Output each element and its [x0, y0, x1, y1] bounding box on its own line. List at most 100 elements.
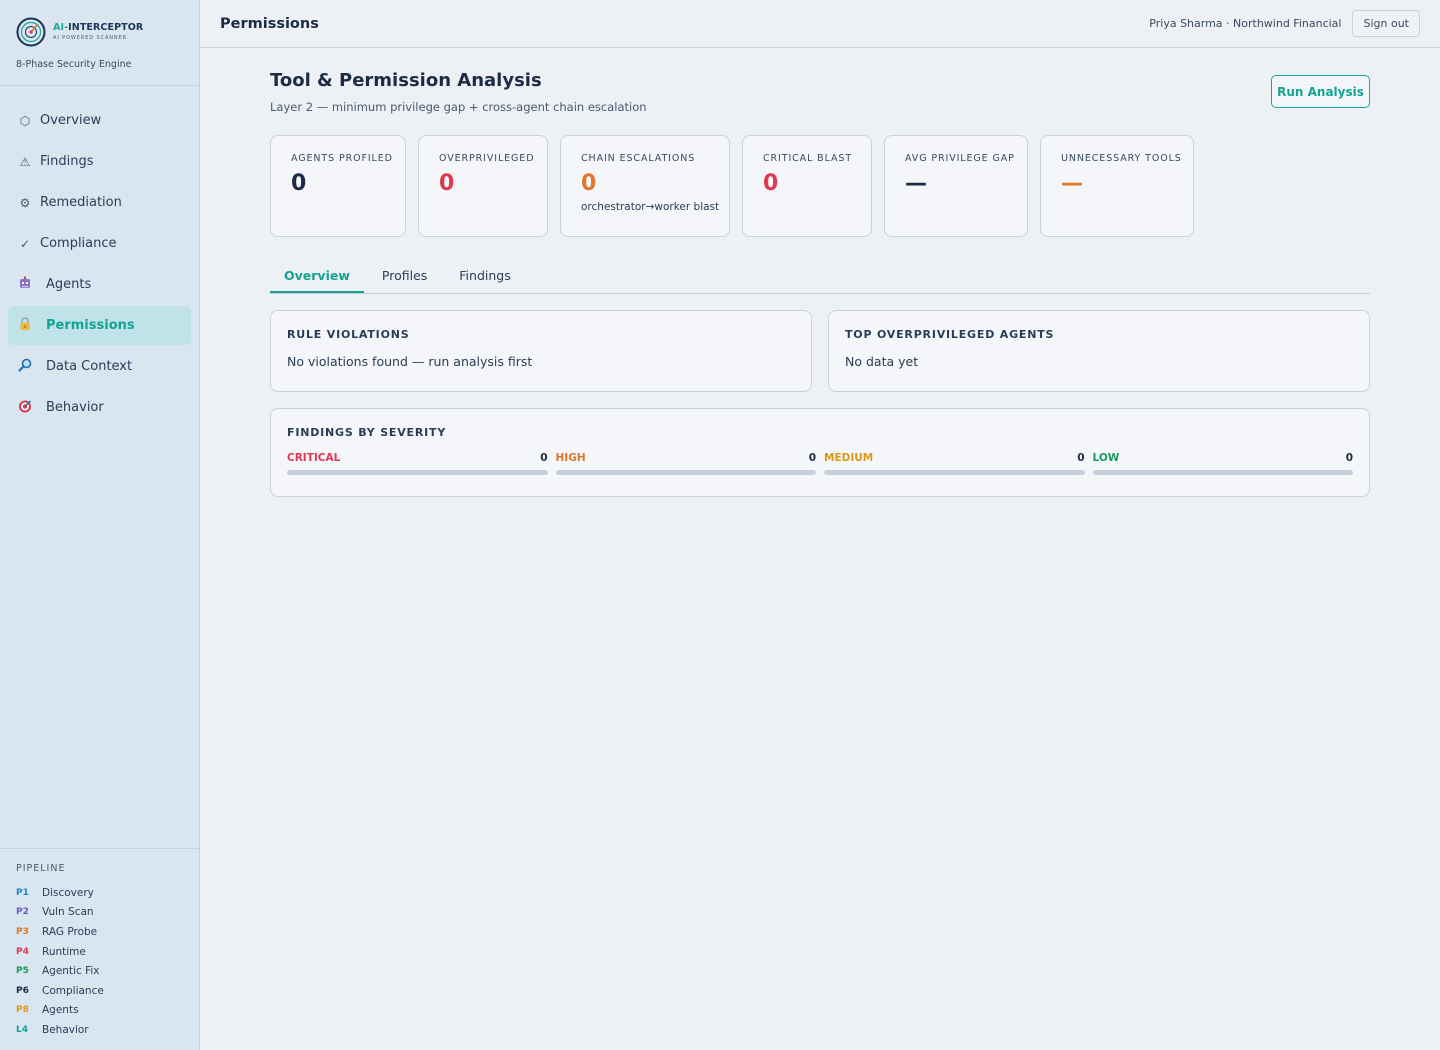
brand-name: AI-INTERCEPTOR — [53, 22, 144, 34]
run-analysis-button[interactable]: Run Analysis — [1271, 75, 1370, 108]
severity-bar — [1092, 470, 1353, 475]
pipeline: PIPELINE P1 Discovery P2 Vuln Scan P3 RAG P… — [0, 848, 199, 1040]
pipeline-title: PIPELINE — [16, 863, 66, 874]
sidebar-item-label: Agents — [46, 277, 92, 292]
stat-note: orchestrator→worker blast — [581, 201, 720, 213]
stat-label: CHAIN ESCALATIONS — [581, 153, 696, 164]
sidebar-item-label: Findings — [40, 154, 94, 169]
panel-title: FINDINGS BY SEVERITY — [287, 426, 447, 439]
severity-bar — [287, 470, 548, 475]
stat-value: 0 — [763, 171, 779, 196]
sidebar-item-label: Data Context — [46, 359, 133, 374]
pipeline-label: Discovery — [42, 886, 94, 899]
pipeline-code: P5 — [16, 966, 29, 977]
page-subtitle: Layer 2 — minimum privilege gap + cross-… — [270, 100, 647, 114]
pipeline-code: P1 — [16, 887, 29, 898]
pipeline-label: Runtime — [42, 945, 86, 958]
stat-card-critical-blast: CRITICAL BLAST 0 — [742, 135, 872, 237]
severity-count: 0 — [1077, 452, 1085, 464]
checkmark-icon: ✓ — [19, 236, 31, 251]
pipeline-code: P2 — [16, 907, 29, 918]
stat-label: OVERPRIVILEGED — [439, 153, 535, 164]
tab-profiles[interactable]: Profiles — [368, 261, 441, 293]
stat-value: 0 — [291, 171, 307, 196]
severity-count: 0 — [1345, 452, 1353, 464]
sidebar: AI-INTERCEPTOR AI POWERED SCANNER 8-Phas… — [0, 0, 200, 1050]
pipeline-label: Agents — [42, 1004, 79, 1017]
severity-count: 0 — [808, 452, 816, 464]
pipeline-label: RAG Probe — [42, 925, 98, 938]
sidebar-item-label: Remediation — [40, 195, 122, 210]
pipeline-item-vuln-scan[interactable]: P2 Vuln Scan — [16, 903, 199, 923]
stat-card-agents-profiled: AGENTS PROFILED 0 — [270, 135, 406, 237]
topbar: Permissions Priya Sharma · Northwind Fin… — [200, 0, 1440, 48]
stat-label: UNNECESSARY TOOLS — [1061, 153, 1182, 164]
pipeline-code: P3 — [16, 926, 29, 937]
sidebar-item-data-context[interactable]: Data Context — [8, 347, 191, 386]
sidebar-item-remediation[interactable]: ⚙ Remediation — [8, 183, 191, 222]
sidebar-item-findings[interactable]: ⚠ Findings — [8, 142, 191, 181]
stat-value: 0 — [581, 171, 597, 196]
radar-logo-icon — [16, 17, 46, 47]
pipeline-item-agents[interactable]: P8 Agents — [16, 1001, 199, 1021]
sidebar-item-behavior[interactable]: Behavior — [8, 388, 191, 427]
stat-card-chain-escalations: CHAIN ESCALATIONS 0 orchestrator→worker … — [560, 135, 730, 237]
pipeline-item-agentic-fix[interactable]: P5 Agentic Fix — [16, 961, 199, 981]
severity-high: HIGH 0 — [555, 452, 816, 475]
sidebar-item-label: Compliance — [40, 236, 117, 251]
page-title: Tool & Permission Analysis — [270, 70, 542, 91]
engine-label: 8-Phase Security Engine — [16, 59, 132, 70]
stat-cards: AGENTS PROFILED 0 OVERPRIVILEGED 0 CHAIN… — [270, 135, 1370, 237]
brand-tagline: AI POWERED SCANNER — [53, 34, 128, 41]
stat-card-unnecessary-tools: UNNECESSARY TOOLS — — [1040, 135, 1194, 237]
logo-row[interactable]: AI-INTERCEPTOR AI POWERED SCANNER — [16, 17, 199, 47]
pipeline-label: Behavior — [42, 1023, 89, 1036]
topbar-title: Permissions — [220, 15, 319, 32]
severity-critical: CRITICAL 0 — [287, 452, 548, 475]
tab-bar: Overview Profiles Findings — [270, 261, 1370, 294]
stat-card-avg-privilege-gap: AVG PRIVILEGE GAP — — [884, 135, 1028, 237]
tab-findings[interactable]: Findings — [445, 261, 524, 293]
stat-label: AGENTS PROFILED — [291, 153, 393, 164]
sign-out-button[interactable]: Sign out — [1352, 10, 1420, 37]
severity-low: LOW 0 — [1092, 452, 1353, 475]
robot-icon — [18, 276, 32, 294]
severity-label: HIGH — [555, 452, 586, 464]
target-icon — [18, 399, 32, 417]
pipeline-item-compliance[interactable]: P6 Compliance — [16, 981, 199, 1001]
pipeline-label: Vuln Scan — [42, 906, 94, 919]
hexagon-icon: ⬡ — [19, 113, 31, 128]
pipeline-item-behavior[interactable]: L4 Behavior — [16, 1020, 199, 1040]
pipeline-item-discovery[interactable]: P1 Discovery — [16, 883, 199, 903]
severity-label: LOW — [1092, 452, 1120, 464]
sidebar-item-compliance[interactable]: ✓ Compliance — [8, 224, 191, 263]
sidebar-item-label: Behavior — [46, 400, 104, 415]
stat-label: AVG PRIVILEGE GAP — [905, 153, 1015, 164]
top-overprivileged-panel: TOP OVERPRIVILEGED AGENTS No data yet — [828, 310, 1370, 392]
sidebar-item-permissions[interactable]: Permissions — [8, 306, 191, 345]
pipeline-code: P6 — [16, 985, 29, 996]
pipeline-label: Compliance — [42, 984, 104, 997]
stat-label: CRITICAL BLAST — [763, 153, 853, 164]
rule-violations-panel: RULE VIOLATIONS No violations found — ru… — [270, 310, 812, 392]
pipeline-item-rag-probe[interactable]: P3 RAG Probe — [16, 922, 199, 942]
main-content: Tool & Permission Analysis Layer 2 — min… — [270, 48, 1370, 497]
sidebar-item-agents[interactable]: Agents — [8, 265, 191, 304]
warning-icon: ⚠ — [19, 154, 31, 169]
tab-overview[interactable]: Overview — [270, 261, 364, 293]
magnifier-icon — [18, 358, 32, 376]
stat-value: — — [905, 171, 927, 196]
stat-value: — — [1061, 171, 1083, 196]
pipeline-item-runtime[interactable]: P4 Runtime — [16, 942, 199, 962]
severity-count: 0 — [540, 452, 548, 464]
brand: AI-INTERCEPTOR AI POWERED SCANNER 8-Phas… — [0, 0, 199, 86]
severity-medium: MEDIUM 0 — [824, 452, 1085, 475]
pipeline-label: Agentic Fix — [42, 965, 100, 978]
gear-icon: ⚙ — [19, 195, 31, 210]
pipeline-code: L4 — [16, 1024, 28, 1035]
severity-bar — [555, 470, 816, 475]
severity-label: MEDIUM — [824, 452, 874, 464]
sidebar-item-overview[interactable]: ⬡ Overview — [8, 101, 191, 140]
stat-card-overprivileged: OVERPRIVILEGED 0 — [418, 135, 548, 237]
stat-value: 0 — [439, 171, 455, 196]
